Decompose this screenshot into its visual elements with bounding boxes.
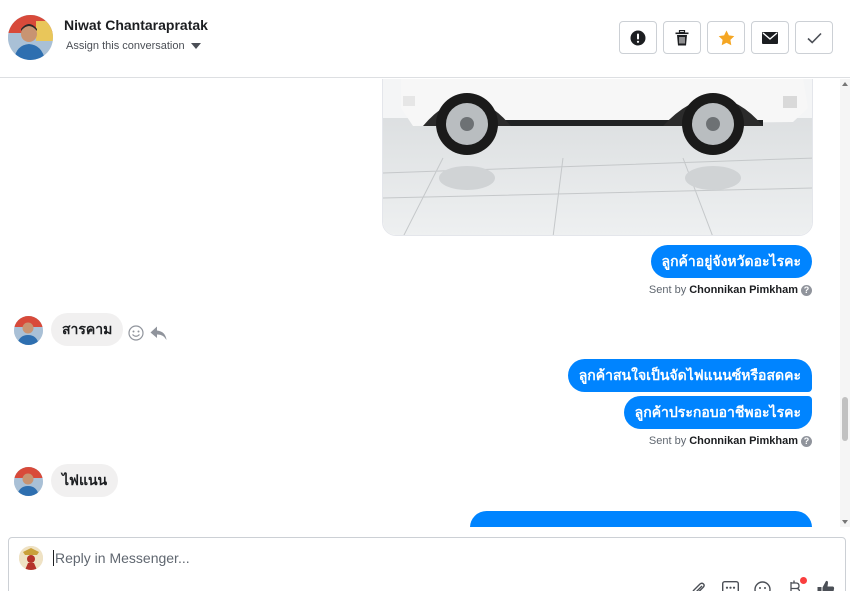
contact-avatar[interactable] — [8, 15, 53, 60]
outgoing-message[interactable]: ลูกค้าสนใจเป็นจัดไฟแนนซ์หรือสดคะ — [567, 359, 812, 392]
help-icon[interactable]: ? — [801, 284, 812, 296]
sent-by-name[interactable]: Chonnikan Pimkham — [689, 435, 798, 447]
message-tools — [128, 325, 167, 341]
assign-label: Assign this conversation — [66, 40, 185, 52]
contact-avatar-small[interactable] — [14, 316, 43, 345]
caret-down-icon — [190, 43, 201, 49]
sent-by-name[interactable]: Chonnikan Pimkham — [689, 284, 798, 296]
outgoing-message[interactable]: ลูกค้าอยู่จังหวัดอะไรคะ — [650, 245, 812, 278]
star-icon — [718, 30, 734, 45]
composer-tools — [689, 577, 835, 591]
sent-by-line: Sent by Chonnikan Pimkham ? — [649, 435, 812, 447]
reply-composer — [8, 537, 846, 591]
scroll-up-arrow[interactable] — [842, 82, 848, 86]
trash-icon — [675, 29, 689, 45]
message-thread[interactable]: ลูกค้าอยู่จังหวัดอะไรคะ Sent by Chonnika… — [0, 79, 850, 527]
outgoing-message-partial[interactable] — [470, 511, 812, 527]
outgoing-message[interactable]: ลูกค้าประกอบอาชีพอะไรคะ — [623, 396, 812, 429]
like-icon — [817, 580, 835, 591]
incoming-message[interactable]: สารคาม — [51, 313, 124, 346]
mark-done-button[interactable] — [795, 21, 833, 54]
page-avatar — [19, 546, 43, 570]
delete-button[interactable] — [663, 21, 701, 54]
sent-by-prefix: Sent by — [648, 435, 687, 447]
mark-spam-button[interactable] — [619, 21, 657, 54]
saved-replies-icon — [721, 581, 739, 591]
star-button[interactable] — [707, 21, 745, 54]
conversation-actions — [619, 21, 833, 54]
envelope-icon — [762, 31, 778, 44]
notification-dot — [800, 577, 807, 584]
like-button[interactable] — [817, 580, 835, 591]
attach-icon — [692, 582, 705, 591]
saved-replies-button[interactable] — [721, 580, 739, 591]
conversation-header: Niwat Chantarapratak Assign this convers… — [0, 0, 850, 78]
reply-input[interactable] — [53, 550, 753, 566]
react-emoji-icon[interactable] — [128, 325, 144, 341]
contact-avatar-small[interactable] — [14, 467, 43, 496]
mark-unread-button[interactable] — [751, 21, 789, 54]
messenger-conversation: Niwat Chantarapratak Assign this convers… — [0, 0, 850, 591]
spam-icon — [630, 30, 646, 45]
attach-button[interactable] — [689, 580, 707, 591]
emoji-icon — [753, 580, 771, 591]
scroll-thumb[interactable] — [842, 397, 848, 441]
payment-icon — [790, 580, 801, 591]
thread-scrollbar[interactable] — [840, 79, 850, 527]
car-photo-attachment[interactable] — [382, 79, 813, 236]
payment-button[interactable] — [785, 577, 807, 591]
reply-arrow-icon[interactable] — [150, 326, 167, 341]
help-icon[interactable]: ? — [801, 435, 812, 447]
sent-by-prefix: Sent by — [648, 284, 687, 296]
incoming-message[interactable]: ไฟแนน — [51, 464, 119, 497]
sent-by-line: Sent by Chonnikan Pimkham ? — [649, 284, 812, 296]
check-icon — [806, 32, 822, 44]
emoji-button[interactable] — [753, 580, 771, 591]
contact-name[interactable]: Niwat Chantarapratak — [64, 17, 208, 33]
assign-conversation-dropdown[interactable]: Assign this conversation — [66, 40, 201, 52]
scroll-down-arrow[interactable] — [842, 520, 848, 524]
